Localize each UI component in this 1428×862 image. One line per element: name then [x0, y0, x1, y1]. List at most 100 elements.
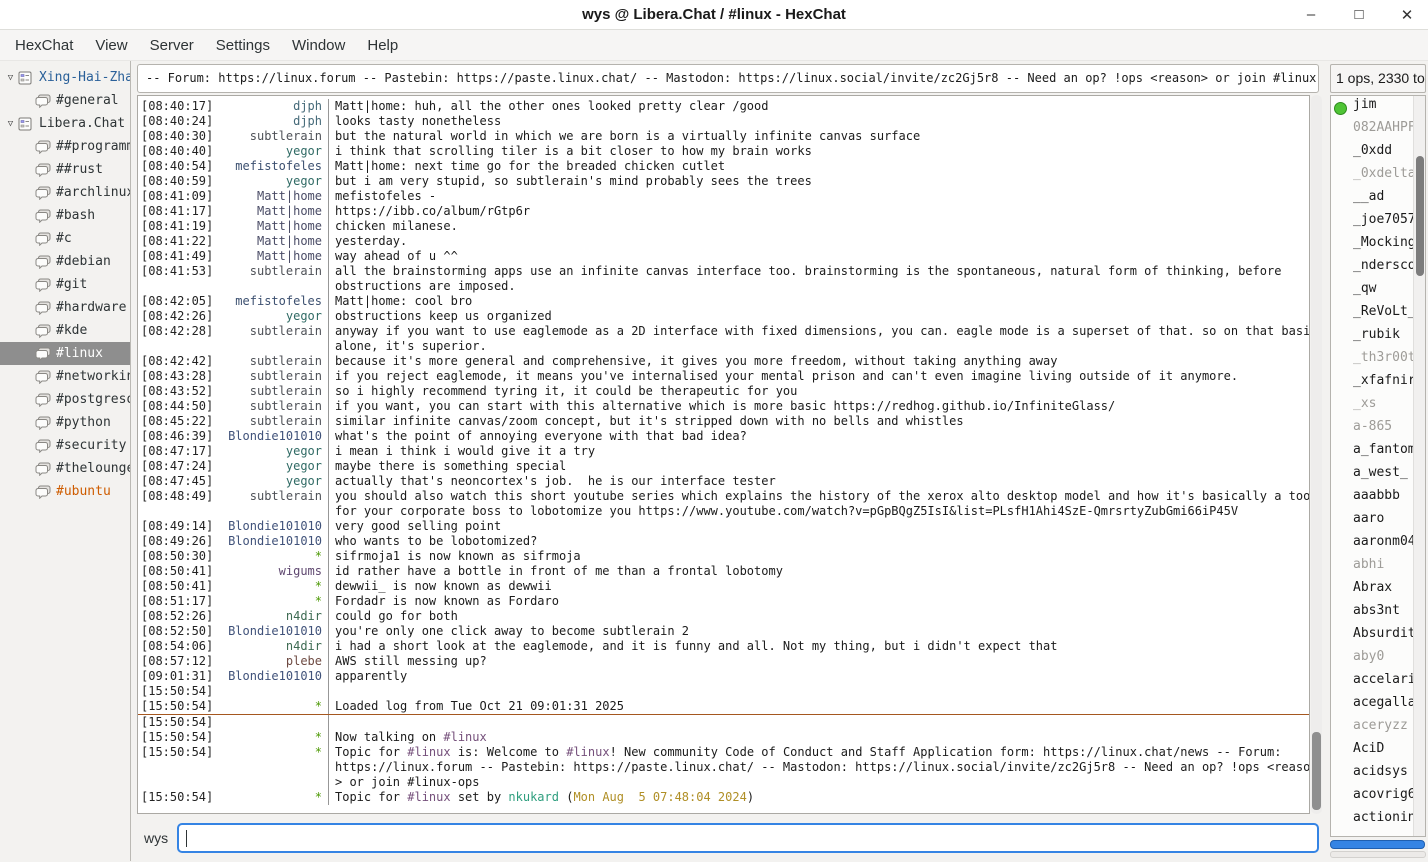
chat-nick[interactable]: yegor	[222, 144, 328, 159]
chat-nick[interactable]: yegor	[222, 459, 328, 474]
sidebar-item--rust[interactable]: ##rust	[0, 158, 130, 181]
close-icon[interactable]: ✕	[1398, 6, 1416, 24]
userlist-item[interactable]: a-865	[1331, 419, 1413, 442]
userlist-item[interactable]: a_west_	[1331, 465, 1413, 488]
chat-nick[interactable]: subtlerain	[222, 399, 328, 414]
userlist-item[interactable]: accelario	[1331, 672, 1413, 695]
chat-nick[interactable]: *	[222, 699, 328, 714]
userlist-item[interactable]: _xs	[1331, 396, 1413, 419]
sidebar-item--bash[interactable]: #bash	[0, 204, 130, 227]
chat-nick[interactable]	[222, 279, 328, 294]
chat-nick[interactable]: Blondie101010	[222, 624, 328, 639]
chat-nick[interactable]: Matt|home	[222, 249, 328, 264]
chat-nick[interactable]: Matt|home	[222, 219, 328, 234]
userlist-item[interactable]: AciD	[1331, 741, 1413, 764]
chat-nick[interactable]: mefistofeles	[222, 159, 328, 174]
chat-nick[interactable]: *	[222, 745, 328, 760]
userlist-item[interactable]: _MockingM	[1331, 235, 1413, 258]
chat-nick[interactable]	[222, 339, 328, 354]
userlist-item[interactable]: aby0	[1331, 649, 1413, 672]
sidebar-item--general[interactable]: #general	[0, 89, 130, 112]
userlist-item[interactable]: _xfafnir	[1331, 373, 1413, 396]
userlist-hscrollbar[interactable]	[1330, 840, 1425, 849]
chat-nick[interactable]: yegor	[222, 444, 328, 459]
chat-nick[interactable]: *	[222, 549, 328, 564]
chat-nick[interactable]: Blondie101010	[222, 669, 328, 684]
chat-nick[interactable]: Matt|home	[222, 234, 328, 249]
sidebar-item--programming[interactable]: ##programming	[0, 135, 130, 158]
message-input[interactable]	[177, 823, 1319, 853]
userlist-item[interactable]: acegalla-	[1331, 695, 1413, 718]
userlist-item[interactable]: _nderscor	[1331, 258, 1413, 281]
sidebar-item--kde[interactable]: #kde	[0, 319, 130, 342]
chat-nick[interactable]	[222, 760, 328, 775]
chat-nick[interactable]: subtlerain	[222, 489, 328, 504]
menu-item-server[interactable]: Server	[139, 33, 205, 58]
userlist-item[interactable]: Abrax	[1331, 580, 1413, 603]
userlist-item[interactable]: _0xdd	[1331, 143, 1413, 166]
chat-nick[interactable]: subtlerain	[222, 129, 328, 144]
tree-server-xing-hai-zhang[interactable]: ▽Xing-Hai-Zhang	[0, 66, 130, 89]
sidebar-item--security[interactable]: #security	[0, 434, 130, 457]
chat-scrollbar-thumb[interactable]	[1312, 732, 1321, 810]
userlist-scrollbar[interactable]	[1413, 96, 1425, 836]
sidebar-item--ubuntu[interactable]: #ubuntu	[0, 480, 130, 503]
sidebar-item--git[interactable]: #git	[0, 273, 130, 296]
chat-nick[interactable]: mefistofeles	[222, 294, 328, 309]
sidebar-item--linux[interactable]: #linux	[0, 342, 130, 365]
chat-nick[interactable]: *	[222, 730, 328, 745]
sidebar-item--archlinux[interactable]: #archlinux	[0, 181, 130, 204]
chat-nick[interactable]: subtlerain	[222, 264, 328, 279]
userlist-item[interactable]: aceryzz	[1331, 718, 1413, 741]
userlist-item[interactable]: acovrig60	[1331, 787, 1413, 810]
userlist-item[interactable]: _rubik	[1331, 327, 1413, 350]
userlist-item[interactable]: aaro	[1331, 511, 1413, 534]
chat-nick[interactable]: Blondie101010	[222, 534, 328, 549]
chat-scrollbar[interactable]	[1311, 95, 1322, 814]
sidebar-item--hardware[interactable]: #hardware	[0, 296, 130, 319]
userlist-item[interactable]: __ad	[1331, 189, 1413, 212]
chat-nick[interactable]: subtlerain	[222, 354, 328, 369]
userlist-item[interactable]: jim	[1331, 97, 1413, 120]
userlist-item[interactable]: _qw	[1331, 281, 1413, 304]
topic-bar[interactable]: -- Forum: https://linux.forum -- Pastebi…	[137, 64, 1319, 93]
chat-nick[interactable]: Matt|home	[222, 204, 328, 219]
chat-nick[interactable]	[222, 504, 328, 519]
menu-item-view[interactable]: View	[84, 33, 138, 58]
chat-nick[interactable]: yegor	[222, 309, 328, 324]
sidebar-item--thelounge[interactable]: #thelounge	[0, 457, 130, 480]
chat-nick[interactable]: subtlerain	[222, 324, 328, 339]
userlist-item[interactable]: _joe7057	[1331, 212, 1413, 235]
userlist-item[interactable]: acidsys	[1331, 764, 1413, 787]
tree-server-libera-chat[interactable]: ▽Libera.Chat	[0, 112, 130, 135]
userlist-item[interactable]: _0xdelta	[1331, 166, 1413, 189]
userlist-item[interactable]: actioninj	[1331, 810, 1413, 833]
chat-nick[interactable]	[222, 684, 328, 699]
menu-item-help[interactable]: Help	[356, 33, 409, 58]
userlist-item[interactable]: Absurdity	[1331, 626, 1413, 649]
sidebar-item--debian[interactable]: #debian	[0, 250, 130, 273]
chat-nick[interactable]: *	[222, 790, 328, 805]
chat-nick[interactable]: wigums	[222, 564, 328, 579]
chat-nick[interactable]: yegor	[222, 174, 328, 189]
userlist-item[interactable]: aaabbb	[1331, 488, 1413, 511]
userlist-item[interactable]: _ReVoLt_	[1331, 304, 1413, 327]
menu-item-settings[interactable]: Settings	[205, 33, 281, 58]
userlist-item[interactable]: _th3r00t	[1331, 350, 1413, 373]
chat-nick[interactable]: yegor	[222, 474, 328, 489]
chat-nick[interactable]: n4dir	[222, 639, 328, 654]
chat-nick[interactable]: subtlerain	[222, 414, 328, 429]
chat-nick[interactable]	[222, 715, 328, 730]
chat-nick[interactable]	[222, 775, 328, 790]
chat-nick[interactable]: *	[222, 594, 328, 609]
maximize-icon[interactable]: □	[1350, 6, 1368, 24]
userlist-item[interactable]: a_fantom	[1331, 442, 1413, 465]
chat-nick[interactable]: *	[222, 579, 328, 594]
menu-item-hexchat[interactable]: HexChat	[4, 33, 84, 58]
expander-icon[interactable]: ▽	[3, 73, 18, 83]
userlist-scrollbar-thumb[interactable]	[1416, 156, 1424, 276]
chat-nick[interactable]: Blondie101010	[222, 519, 328, 534]
chat-nick[interactable]: subtlerain	[222, 384, 328, 399]
chat-nick[interactable]: subtlerain	[222, 369, 328, 384]
expander-icon[interactable]: ▽	[3, 119, 18, 129]
